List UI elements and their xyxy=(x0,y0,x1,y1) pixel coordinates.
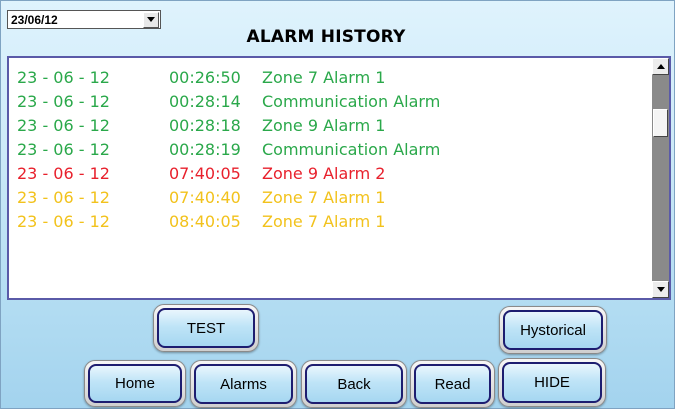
alarm-date: 23 - 06 - 12 xyxy=(17,91,110,111)
hystorical-button-label: Hystorical xyxy=(503,310,603,350)
alarm-message: Zone 7 Alarm 1 xyxy=(262,67,386,87)
hide-button-label: HIDE xyxy=(502,362,602,403)
alarm-date: 23 - 06 - 12 xyxy=(17,211,110,231)
chevron-down-icon xyxy=(147,17,155,22)
alarm-date: 23 - 06 - 12 xyxy=(17,139,110,159)
alarm-row[interactable]: 23 - 06 - 12 00:26:50 Zone 7 Alarm 1 xyxy=(17,65,649,89)
alarm-history-list[interactable]: 23 - 06 - 12 00:26:50 Zone 7 Alarm 1 23 - 0… xyxy=(7,56,671,300)
alarm-row[interactable]: 23 - 06 - 12 07:40:05 Zone 9 Alarm 2 xyxy=(17,161,649,185)
alarm-time: 00:28:19 xyxy=(169,139,241,159)
screen-frame: 23/06/12 ALARM HISTORY 23 - 06 - 12 00:26… xyxy=(0,0,675,409)
alarms-button-label: Alarms xyxy=(194,364,293,404)
alarm-date: 23 - 06 - 12 xyxy=(17,163,110,183)
alarm-time: 08:40:05 xyxy=(169,211,241,231)
alarm-row[interactable]: 23 - 06 - 12 08:40:05 Zone 7 Alarm 1 xyxy=(17,209,649,233)
alarm-message: Zone 9 Alarm 1 xyxy=(262,115,386,135)
vertical-scrollbar[interactable] xyxy=(652,58,669,298)
date-dropdown[interactable]: 23/06/12 xyxy=(7,10,161,29)
dropdown-arrow-button[interactable] xyxy=(143,11,159,28)
alarm-time: 07:40:05 xyxy=(169,163,241,183)
date-dropdown-value: 23/06/12 xyxy=(11,12,58,27)
alarm-row[interactable]: 23 - 06 - 12 00:28:19 Communication Alarm xyxy=(17,137,649,161)
alarm-time: 00:26:50 xyxy=(169,67,241,87)
test-button-label: TEST xyxy=(157,308,255,348)
home-button[interactable]: Home xyxy=(84,360,186,407)
alarm-time: 00:28:18 xyxy=(169,115,241,135)
page-title: ALARM HISTORY xyxy=(246,27,406,47)
scrollbar-thumb[interactable] xyxy=(653,109,668,137)
alarm-row[interactable]: 23 - 06 - 12 00:28:14 Communication Alarm xyxy=(17,89,649,113)
arrow-up-icon xyxy=(656,64,665,69)
alarm-message: Communication Alarm xyxy=(262,91,441,111)
alarm-row[interactable]: 23 - 06 - 12 00:28:18 Zone 9 Alarm 1 xyxy=(17,113,649,137)
alarm-date: 23 - 06 - 12 xyxy=(17,115,110,135)
arrow-down-icon xyxy=(656,287,665,292)
alarm-message: Communication Alarm xyxy=(262,139,441,159)
alarm-row[interactable]: 23 - 06 - 12 07:40:40 Zone 7 Alarm 1 xyxy=(17,185,649,209)
alarm-time: 07:40:40 xyxy=(169,187,241,207)
alarm-message: Zone 7 Alarm 1 xyxy=(262,187,386,207)
scroll-up-button[interactable] xyxy=(652,58,669,75)
home-button-label: Home xyxy=(88,364,182,403)
back-button[interactable]: Back xyxy=(301,360,407,408)
hystorical-button[interactable]: Hystorical xyxy=(499,306,607,354)
test-button[interactable]: TEST xyxy=(153,304,259,352)
alarm-date: 23 - 06 - 12 xyxy=(17,67,110,87)
alarm-rows: 23 - 06 - 12 00:26:50 Zone 7 Alarm 1 23 - 0… xyxy=(17,65,649,233)
alarm-time: 00:28:14 xyxy=(169,91,241,111)
read-button-label: Read xyxy=(414,364,491,404)
alarm-message: Zone 7 Alarm 1 xyxy=(262,211,386,231)
scroll-down-button[interactable] xyxy=(652,281,669,298)
alarm-message: Zone 9 Alarm 2 xyxy=(262,163,386,183)
alarm-date: 23 - 06 - 12 xyxy=(17,187,110,207)
hide-button[interactable]: HIDE xyxy=(498,358,606,407)
read-button[interactable]: Read xyxy=(410,360,495,408)
back-button-label: Back xyxy=(305,364,403,404)
alarms-button[interactable]: Alarms xyxy=(190,360,297,408)
